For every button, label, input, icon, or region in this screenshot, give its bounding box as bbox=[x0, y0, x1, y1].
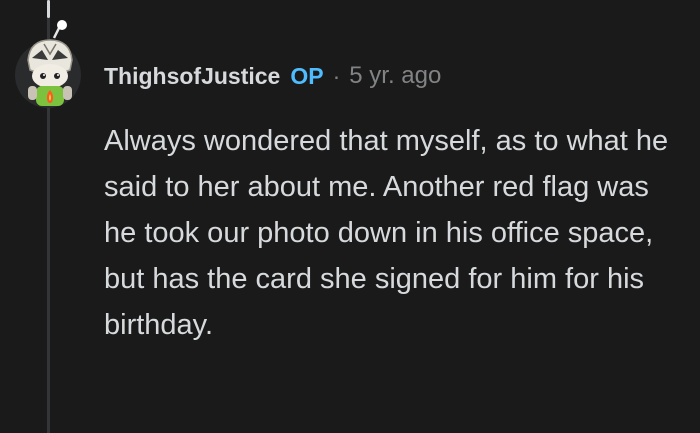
snoo-avatar-icon bbox=[15, 20, 81, 108]
comment-card: ThighsofJustice OP · 5 yr. ago Always wo… bbox=[0, 0, 700, 433]
comment-header: ThighsofJustice OP · 5 yr. ago bbox=[104, 58, 441, 94]
thread-line-highlight bbox=[47, 0, 50, 18]
user-avatar[interactable] bbox=[14, 20, 86, 112]
comment-body: Always wondered that myself, as to what … bbox=[104, 125, 669, 341]
separator-dot: · bbox=[332, 62, 341, 89]
op-badge: OP bbox=[290, 62, 324, 89]
timestamp-link[interactable]: 5 yr. ago bbox=[349, 62, 441, 90]
username-link[interactable]: ThighsofJustice bbox=[104, 63, 280, 90]
